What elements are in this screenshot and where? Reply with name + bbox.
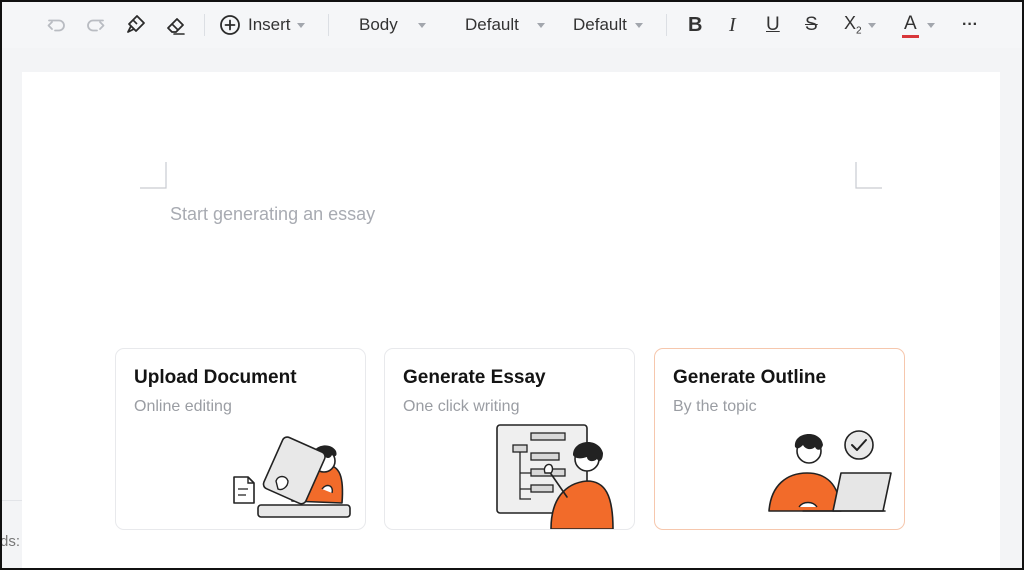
font-family-value: Default (465, 15, 519, 34)
font-family-select[interactable]: Default (465, 10, 545, 40)
clear-format-button[interactable] (164, 10, 188, 40)
chevron-down-icon (536, 22, 545, 28)
bold-icon: B (688, 13, 703, 36)
editor-window: Insert Body Default Default B I U S X2 A… (0, 0, 1024, 570)
chevron-down-icon (926, 22, 935, 28)
chevron-down-icon (296, 22, 305, 28)
upload-document-card[interactable]: Upload Document Online editing (115, 348, 366, 530)
editor-placeholder[interactable]: Start generating an essay (170, 204, 375, 225)
eraser-icon (167, 18, 185, 35)
chevron-down-icon (634, 22, 643, 28)
more-icon: ··· (962, 16, 978, 33)
strikethrough-button[interactable]: S (805, 10, 818, 40)
card-subtitle: By the topic (673, 398, 757, 415)
format-painter-button[interactable] (124, 10, 148, 40)
card-title: Generate Outline (673, 367, 827, 388)
plus-circle-icon (220, 15, 240, 35)
font-size-value: Default (573, 15, 627, 34)
redo-icon (87, 19, 105, 32)
toolbar-divider (328, 14, 329, 36)
italic-icon: I (729, 13, 736, 36)
format-painter-icon (127, 15, 145, 33)
toolbar-divider (666, 14, 667, 36)
redo-button[interactable] (84, 10, 106, 40)
paragraph-style-select[interactable]: Body (359, 10, 426, 40)
chevron-down-icon (867, 22, 876, 28)
chevron-down-icon (417, 22, 426, 28)
paragraph-style-value: Body (359, 15, 398, 34)
font-color-button[interactable]: A (902, 10, 935, 40)
card-title: Generate Essay (403, 367, 546, 388)
strikethrough-icon: S (805, 14, 818, 35)
underline-icon: U (766, 14, 780, 35)
status-bar-text: ds: (0, 533, 21, 550)
generate-essay-card[interactable]: Generate Essay One click writing (384, 348, 635, 530)
insert-button[interactable]: Insert (218, 10, 305, 40)
font-color-letter: A (904, 12, 917, 34)
margin-corner-top-right (855, 162, 882, 189)
font-color-icon: A (902, 12, 919, 38)
toolbar: Insert Body Default Default B I U S X2 A… (2, 2, 1022, 48)
card-title: Upload Document (134, 367, 297, 388)
font-color-swatch (902, 34, 919, 38)
generate-outline-illustration (768, 430, 892, 512)
upload-document-illustration (233, 436, 351, 518)
subscript-letter: X (844, 13, 857, 34)
card-subtitle: Online editing (134, 398, 232, 415)
underline-button[interactable]: U (766, 10, 780, 40)
more-button[interactable]: ··· (962, 10, 978, 40)
toolbar-divider (204, 14, 205, 36)
font-size-select[interactable]: Default (573, 10, 643, 40)
document-page[interactable]: Start generating an essay Upload Documen… (22, 72, 1000, 568)
subscript-digit: 2 (856, 25, 862, 37)
undo-button[interactable] (46, 10, 68, 40)
undo-icon (47, 19, 65, 32)
generate-outline-card[interactable]: Generate Outline By the topic (654, 348, 905, 530)
status-bar-fragment: ds: (0, 500, 22, 568)
insert-label: Insert (248, 15, 291, 34)
margin-corner-top-left (140, 162, 167, 189)
italic-button[interactable]: I (729, 10, 736, 40)
subscript-button[interactable]: X2 (844, 10, 876, 40)
generate-essay-illustration (496, 424, 614, 529)
bold-button[interactable]: B (688, 10, 702, 40)
subscript-icon: X2 (844, 13, 862, 37)
